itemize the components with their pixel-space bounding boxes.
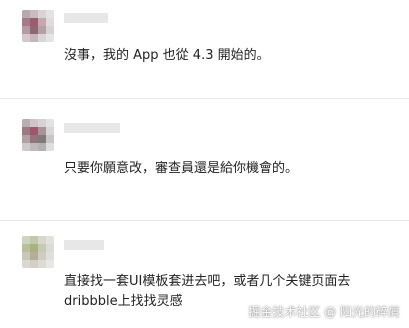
avatar[interactable] (22, 119, 54, 151)
blurred-username[interactable] (64, 240, 104, 250)
blurred-username[interactable] (64, 13, 108, 23)
comment-2: 只要你願意改，審查員還是給你機會的。 (0, 99, 409, 220)
comment-text-line-2: dribbble上找找灵感 (64, 294, 183, 309)
comment-text: 只要你願意改，審查員還是給你機會的。 (64, 161, 299, 176)
comment-text: 沒事，我的 App 也從 4.3 開始的。 (64, 48, 270, 63)
watermark: 掘金技术社区 @ 阳光的碎屑 (248, 305, 400, 319)
blurred-username[interactable] (64, 123, 120, 133)
comment-text-line-1: 直接找一套UI模板套进去吧，或者几个关键页面去 (64, 274, 351, 289)
comment-1: 沒事，我的 App 也從 4.3 開始的。 (0, 0, 409, 98)
avatar[interactable] (22, 10, 54, 42)
avatar[interactable] (22, 236, 54, 268)
